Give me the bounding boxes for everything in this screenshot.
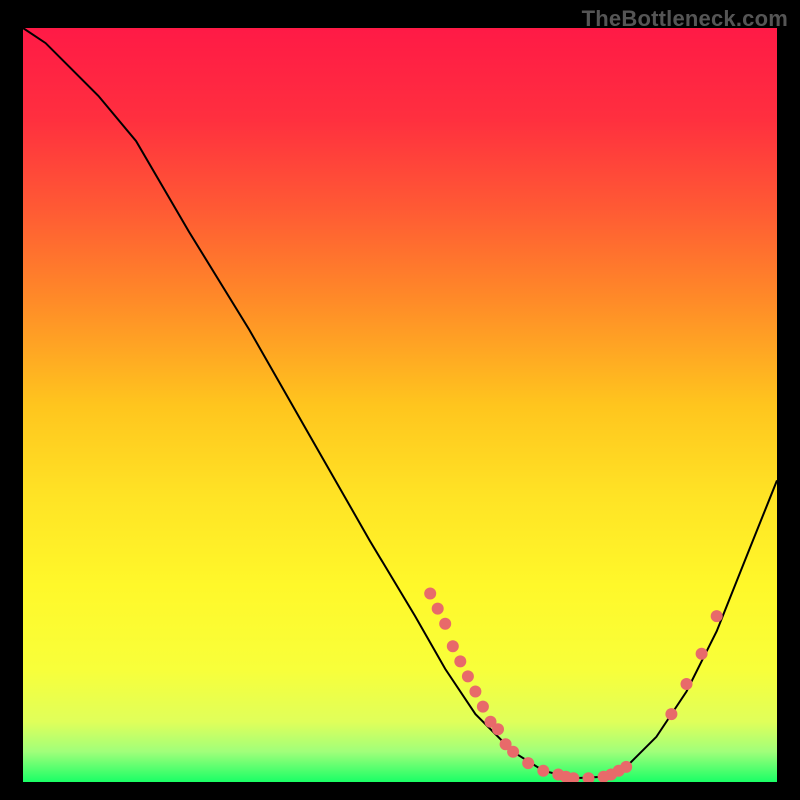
chart-point [462,670,474,682]
chart-point [620,761,632,773]
chart-point [424,588,436,600]
chart-point [439,618,451,630]
chart-point [507,746,519,758]
chart-svg [23,28,777,782]
chart-point [447,640,459,652]
chart-point [681,678,693,690]
chart-plot-area [23,28,777,782]
chart-frame: TheBottleneck.com [0,0,800,800]
chart-point [454,655,466,667]
chart-point [469,686,481,698]
chart-point [537,765,549,777]
chart-point [696,648,708,660]
chart-point [711,610,723,622]
chart-point [522,757,534,769]
chart-point [665,708,677,720]
chart-point [492,723,504,735]
chart-point [432,603,444,615]
chart-point [477,701,489,713]
